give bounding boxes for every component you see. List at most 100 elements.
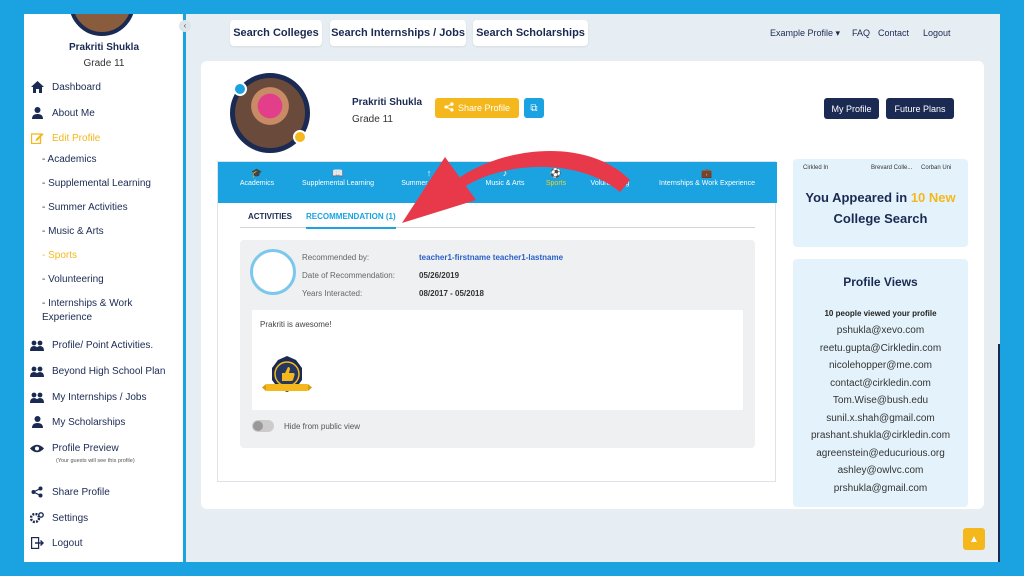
subtab-activities[interactable]: ACTIVITIES <box>248 212 292 221</box>
users-icon <box>30 364 44 378</box>
tab-label: Internships & Work Experience <box>659 180 755 187</box>
sidebar-item-about-me[interactable]: About Me <box>30 106 95 120</box>
tab-label: Academics <box>239 180 275 187</box>
profile-name: Prakriti Shukla <box>352 97 423 108</box>
tab-academics[interactable]: 🎓 Academics <box>228 168 286 187</box>
viewer-email: contact@cirkledin.com <box>830 378 931 389</box>
sidebar-avatar <box>69 14 135 36</box>
recommendation-card: Recommended by: teacher1-firstname teach… <box>240 240 755 448</box>
viewer-email: pshukla@xevo.com <box>836 325 925 336</box>
sidebar-item-share-profile[interactable]: Share Profile <box>30 485 110 499</box>
sidebar-item-beyond-high-school[interactable]: Beyond High School Plan <box>30 364 165 378</box>
thumbs-up-badge-icon <box>262 354 312 400</box>
hide-from-public-toggle[interactable] <box>252 420 274 432</box>
sidebar-subitem-summer-activities[interactable]: - Summer Activities <box>42 201 167 215</box>
chevron-up-icon: ▲ <box>969 533 979 545</box>
tab-internships-work-experience[interactable]: 💼 Internships & Work Experience <box>648 168 766 187</box>
college-strip-item: Corban Uni <box>921 165 952 171</box>
tab-summer-activities[interactable]: ↑ Summer Activities <box>390 168 468 187</box>
copy-icon: ⧉ <box>530 102 538 114</box>
scroll-to-top-button[interactable]: ▲ <box>963 528 985 550</box>
sidebar-subitem-volunteering[interactable]: - Volunteering <box>42 273 167 287</box>
sidebar-item-label: Share Profile <box>52 486 110 498</box>
viewer-email: reetu.gupta@Cirkledin.com <box>819 343 942 354</box>
tab-supplemental-learning[interactable]: 📖 Supplemental Learning <box>292 168 384 187</box>
viewer-email: Tom.Wise@bush.edu <box>832 395 929 406</box>
faq-link[interactable]: FAQ <box>852 28 870 38</box>
edit-icon <box>30 131 44 145</box>
appeared-in-search-text: You Appeared in 10 New College Search <box>793 187 968 229</box>
tab-label: Summer Activities <box>401 180 457 187</box>
comment-text: Prakriti is awesome! <box>260 320 332 329</box>
my-profile-button[interactable]: My Profile <box>824 98 879 119</box>
scrollbar[interactable] <box>998 344 1000 562</box>
ball-icon: ⚽ <box>550 168 562 178</box>
sidebar-item-logout[interactable]: Logout <box>30 536 83 550</box>
sidebar-item-label: My Scholarships <box>52 416 126 428</box>
main-card: Prakriti Shukla Grade 11 Share Profile ⧉… <box>201 61 984 509</box>
college-search-card: Cirkled In Brevard Colle... Corban Uni Y… <box>793 159 968 247</box>
copy-link-button[interactable]: ⧉ <box>524 98 544 118</box>
sidebar-item-label: Logout <box>52 537 83 549</box>
sidebar-item-scholarships[interactable]: My Scholarships <box>30 415 125 429</box>
sidebar-item-point-activities[interactable]: Profile/ Point Activities. <box>30 338 153 352</box>
sidebar-subitem-academics[interactable]: - Academics <box>42 153 167 167</box>
tab-music-arts[interactable]: ♪ Music & Arts <box>474 168 536 187</box>
viewer-email: agreenstein@educurious.org <box>816 448 945 459</box>
sidebar-item-label: Beyond High School Plan <box>52 365 166 377</box>
sidebar-item-label: Profile Preview <box>52 442 119 454</box>
sidebar-item-label: My Internships / Jobs <box>52 391 147 403</box>
sidebar-subitem-music-arts[interactable]: - Music & Arts <box>42 225 167 239</box>
logout-link[interactable]: Logout <box>923 28 951 38</box>
sidebar-item-dashboard[interactable]: Dashboard <box>30 80 101 94</box>
graduation-cap-icon: 🎓 <box>251 168 263 178</box>
example-profile-dropdown[interactable]: Example Profile ▾ <box>770 28 840 39</box>
viewer-email: ashley@owlvc.com <box>837 465 924 476</box>
users-icon <box>30 338 44 352</box>
search-internships-button[interactable]: Search Internships / Jobs <box>330 20 466 46</box>
tab-sports[interactable]: ⚽ Sports <box>534 168 578 187</box>
profile-avatar <box>230 73 310 153</box>
tab-volunteering[interactable]: 🤝 Volunteering <box>582 168 638 187</box>
years-label: Years Interacted: <box>302 289 363 298</box>
viewer-email: sunil.x.shah@gmail.com <box>826 413 935 424</box>
category-tabbar: 🎓 Academics 📖 Supplemental Learning ↑ Summe… <box>218 162 777 203</box>
sidebar-collapse-icon[interactable]: ‹ <box>179 20 191 32</box>
sidebar-item-label: Settings <box>52 512 89 524</box>
sidebar-user-grade: Grade 11 <box>83 58 125 69</box>
profile-preview-note: (Your guests will see this profile) <box>56 458 135 464</box>
user-icon <box>30 415 44 429</box>
hide-from-public-label: Hide from public view <box>284 422 361 431</box>
sidebar-subitem-supplemental-learning[interactable]: - Supplemental Learning <box>42 177 167 191</box>
sidebar-item-edit-profile[interactable]: Edit Profile <box>30 131 100 145</box>
viewer-email: prashant.shukla@cirkledin.com <box>810 430 951 441</box>
sidebar-item-profile-preview[interactable]: Profile Preview <box>30 441 119 455</box>
viewer-email: nicolehopper@me.com <box>829 360 932 371</box>
future-plans-button[interactable]: Future Plans <box>886 98 954 119</box>
sidebar-item-internships-jobs[interactable]: My Internships / Jobs <box>30 390 146 404</box>
contact-link[interactable]: Contact <box>878 28 909 38</box>
sidebar-subitem-internships-work[interactable]: - Internships & Work Experience <box>42 297 167 325</box>
sidebar-subitem-sports[interactable]: - Sports <box>42 249 167 263</box>
user-icon <box>30 106 44 120</box>
date-label: Date of Recommendation: <box>302 271 395 280</box>
arrow-up-icon: ↑ <box>426 168 432 178</box>
tab-label: Volunteering <box>590 180 630 187</box>
home-icon <box>30 80 44 94</box>
college-strip-item: Brevard Colle... <box>871 165 913 171</box>
sidebar-item-settings[interactable]: Settings <box>30 511 88 525</box>
logout-icon <box>30 536 44 550</box>
sidebar-item-label: Edit Profile <box>52 132 101 144</box>
share-profile-button[interactable]: Share Profile <box>435 98 519 118</box>
book-icon: 📖 <box>332 168 344 178</box>
profile-views-title: Profile Views <box>843 275 918 289</box>
share-icon <box>30 485 44 499</box>
share-icon <box>444 102 454 114</box>
search-colleges-button[interactable]: Search Colleges <box>230 20 322 46</box>
profile-grade: Grade 11 <box>352 114 393 125</box>
search-scholarships-button[interactable]: Search Scholarships <box>473 20 588 46</box>
recommender-avatar <box>250 249 296 295</box>
sidebar-item-label: Dashboard <box>52 81 101 93</box>
recommended-by-value[interactable]: teacher1-firstname teacher1-lastname <box>419 253 563 262</box>
subtab-recommendation[interactable]: RECOMMENDATION (1) <box>306 212 396 229</box>
